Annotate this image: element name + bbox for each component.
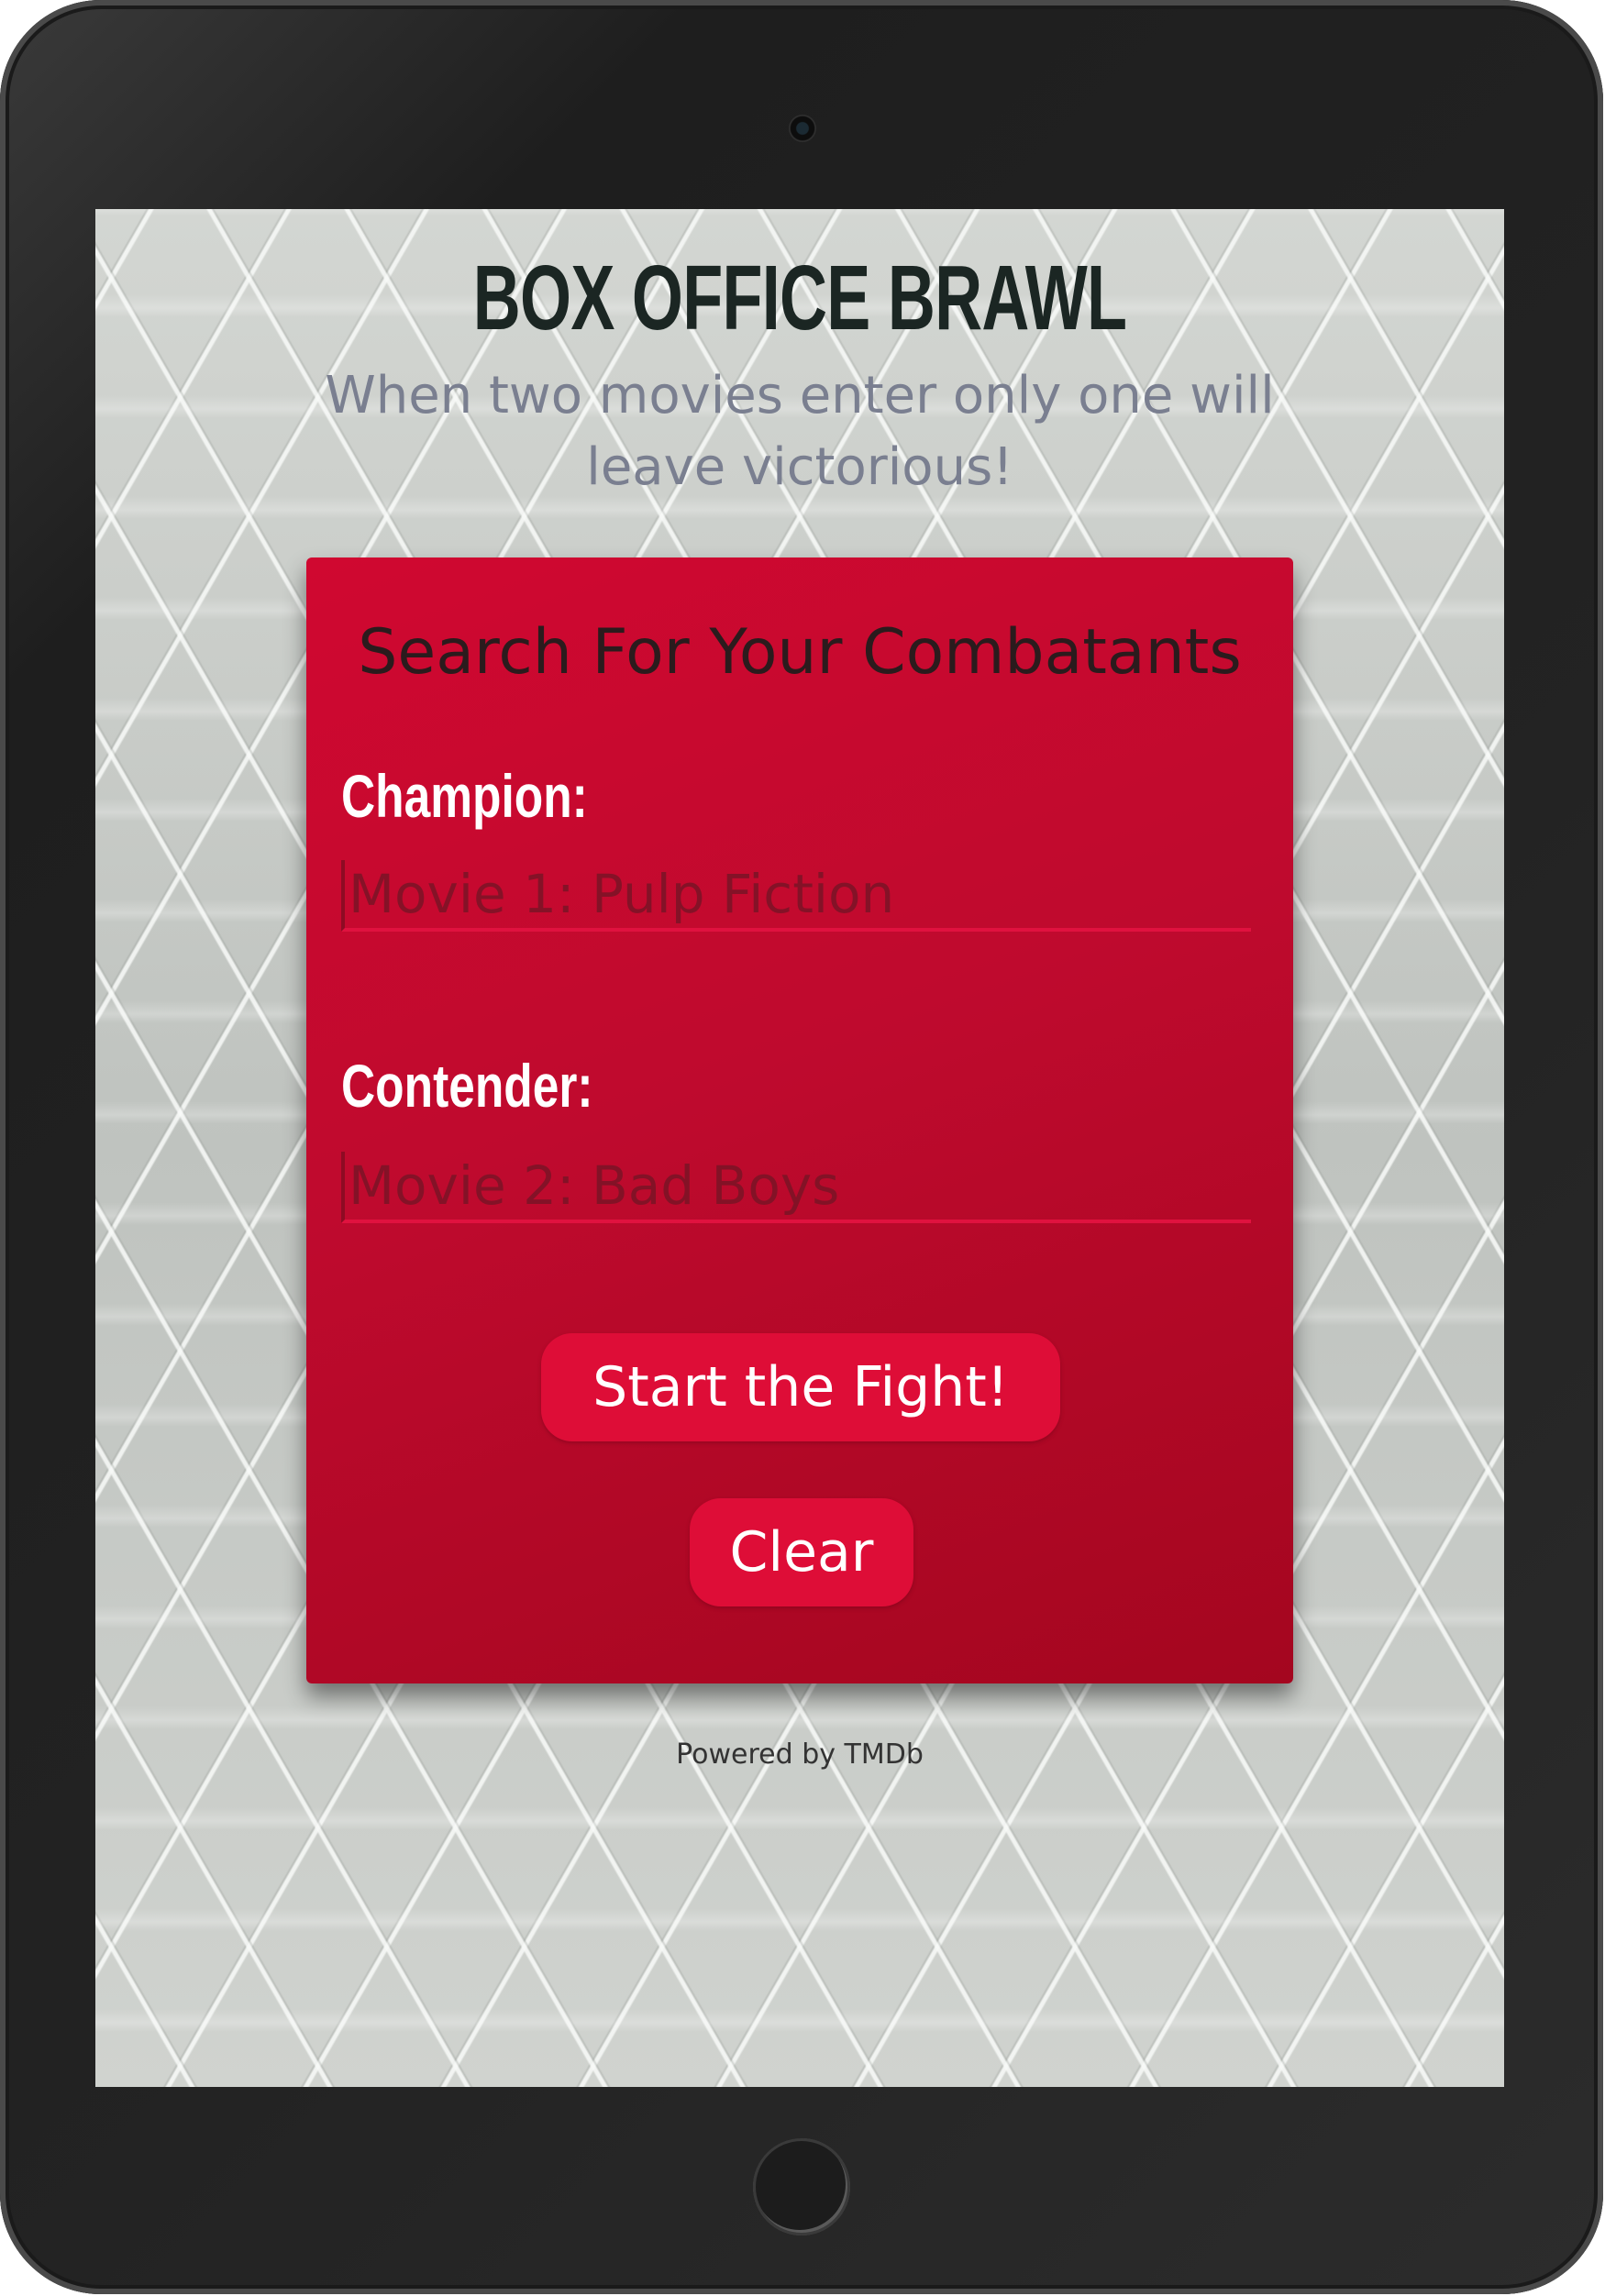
- champion-search-input[interactable]: [341, 860, 1251, 932]
- tagline: When two movies enter only one will leav…: [325, 366, 1275, 497]
- site-title: BOX OFFICE BRAWL: [472, 247, 1127, 349]
- clear-button[interactable]: Clear: [690, 1498, 913, 1606]
- champion-label: Champion:: [341, 762, 588, 830]
- app-screen: BOX OFFICE BRAWL When two movies enter o…: [95, 209, 1504, 2087]
- powered-by-credit: Powered by TMDb: [676, 1739, 924, 1771]
- camera-icon: [789, 115, 816, 142]
- contender-label: Contender:: [341, 1052, 593, 1120]
- search-card: Search For Your Combatants Champion: Con…: [306, 557, 1293, 1683]
- search-card-heading: Search For Your Combatants: [358, 616, 1242, 689]
- home-button-icon[interactable]: [753, 2138, 850, 2235]
- contender-search-input[interactable]: [341, 1152, 1251, 1223]
- tablet-frame: BOX OFFICE BRAWL When two movies enter o…: [0, 0, 1603, 2294]
- start-fight-button[interactable]: Start the Fight!: [541, 1333, 1060, 1441]
